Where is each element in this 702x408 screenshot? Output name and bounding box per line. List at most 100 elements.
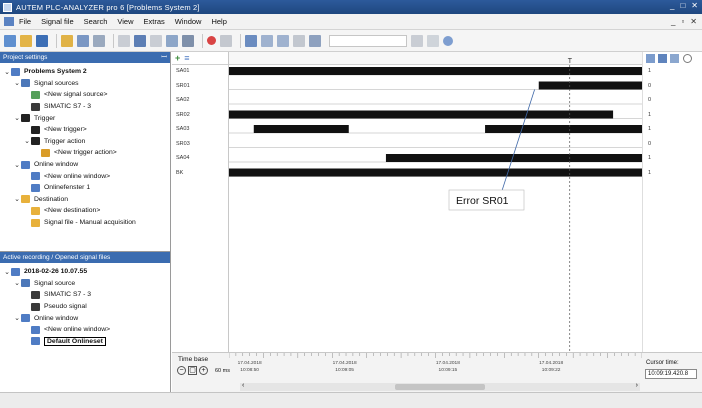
tree-node-new-online-window[interactable]: <New online window> xyxy=(0,170,170,182)
chevron-down-icon[interactable]: ⌄ xyxy=(3,68,11,76)
chevron-down-icon[interactable]: ⌄ xyxy=(3,268,11,276)
channel-name-sr01[interactable]: SR01 xyxy=(176,83,190,89)
copy-icon[interactable] xyxy=(134,34,146,47)
tree-node-pseudo-signal[interactable]: Pseudo signal xyxy=(0,301,170,313)
close-button[interactable]: ✕ xyxy=(691,1,698,10)
signal-plot[interactable]: T Error SR01 xyxy=(229,52,642,352)
tree-node-destination[interactable]: ⌄ Destination xyxy=(0,194,170,206)
open-signal-file-icon[interactable] xyxy=(61,34,73,47)
horizontal-scrollbar[interactable]: ‹ › xyxy=(240,382,640,391)
tree-node-label: <New online window> xyxy=(44,172,111,180)
tree-node-online-window[interactable]: ⌄ Online window xyxy=(0,159,170,171)
annotation-arrow xyxy=(498,89,536,201)
tree-node-new-signal-source[interactable]: <New signal source> xyxy=(0,89,170,101)
cursor-tool-icon[interactable] xyxy=(166,34,178,47)
channel-name-sa04[interactable]: SA04 xyxy=(176,155,189,161)
tree-node-new-trigger[interactable]: <New trigger> xyxy=(0,124,170,136)
document-icon[interactable] xyxy=(4,17,14,26)
chevron-down-icon[interactable]: ⌄ xyxy=(13,114,21,122)
tree-node-problems-system-2[interactable]: ⌄ Problems System 2 xyxy=(0,66,170,78)
tree-node-signal-file-manual-acquisition[interactable]: Signal file - Manual acquisition xyxy=(0,217,170,229)
tree-node-signal-sources[interactable]: ⌄ Signal sources xyxy=(0,78,170,90)
add-channel-icon[interactable]: + xyxy=(175,53,180,63)
paste-icon[interactable] xyxy=(150,34,162,47)
trigger-action-icon xyxy=(31,137,40,146)
channel-name-bk[interactable]: BK xyxy=(176,170,183,176)
channel-value-sa03: 1 xyxy=(648,126,652,132)
maximize-button[interactable]: □ xyxy=(680,1,685,10)
tree-node-online-window[interactable]: ⌄ Online window xyxy=(0,312,170,324)
tree-node-onlinefenster-1[interactable]: Onlinefenster 1 xyxy=(0,182,170,194)
split-dropdown-icon[interactable] xyxy=(277,34,289,47)
doc-restore-button[interactable]: ▫ xyxy=(681,17,684,26)
channel-name-sa03[interactable]: SA03 xyxy=(176,126,189,132)
new-project-icon[interactable] xyxy=(4,34,16,47)
export-icon[interactable] xyxy=(93,34,105,47)
zoom-fit-icon[interactable]: ▢ xyxy=(188,366,197,375)
filter-icon[interactable] xyxy=(427,34,439,47)
save-signal-file-icon[interactable] xyxy=(77,34,89,47)
menu-search[interactable]: Search xyxy=(84,17,108,26)
tree-node-default-onlineset[interactable]: Default Onlineset xyxy=(0,336,170,348)
menu-file[interactable]: File xyxy=(19,17,31,26)
options-icon[interactable] xyxy=(309,34,321,47)
scroll-right-icon[interactable]: › xyxy=(636,382,638,389)
properties-icon[interactable] xyxy=(670,54,679,63)
channel-name-sr03[interactable]: SR03 xyxy=(176,141,190,147)
channel-list-icon[interactable]: ≡ xyxy=(184,53,189,63)
chevron-down-icon[interactable]: ⌄ xyxy=(13,79,21,87)
minimize-button[interactable]: _ xyxy=(670,1,674,10)
channel-name-sa01[interactable]: SA01 xyxy=(176,68,189,74)
chevron-down-icon[interactable]: ⌄ xyxy=(13,161,21,169)
menu-window[interactable]: Window xyxy=(175,17,202,26)
scrollbar-thumb[interactable] xyxy=(395,384,485,390)
record-icon[interactable] xyxy=(207,36,216,45)
time-cursor-marker[interactable]: T xyxy=(568,58,573,65)
tree-node-new-trigger-action[interactable]: <New trigger action> xyxy=(0,147,170,159)
tree-node-simatic-s7-3[interactable]: SIMATIC S7 - 3 xyxy=(0,289,170,301)
cursor-time-field[interactable]: 10:09:19.420.8 xyxy=(645,369,697,379)
tree-node-new-online-window[interactable]: <New online window> xyxy=(0,324,170,336)
cut-icon[interactable] xyxy=(118,34,130,47)
scroll-left-icon[interactable]: ‹ xyxy=(242,382,244,389)
menu-help[interactable]: Help xyxy=(211,17,226,26)
combo-dropdown-icon[interactable] xyxy=(411,34,423,47)
tree-node-simatic-s7-3[interactable]: SIMATIC S7 - 3 xyxy=(0,101,170,113)
signal-list-icon[interactable] xyxy=(646,54,655,63)
split-view-icon[interactable] xyxy=(261,34,273,47)
zoom-icon[interactable] xyxy=(293,34,305,47)
menu-signal-file[interactable]: Signal file xyxy=(41,17,74,26)
toolbar-combobox[interactable] xyxy=(329,34,407,47)
layout-icon[interactable] xyxy=(245,34,257,47)
channel-value-sa01: 1 xyxy=(648,68,652,74)
chevron-down-icon[interactable]: ⌄ xyxy=(23,137,31,145)
stop-icon[interactable] xyxy=(220,34,232,47)
table-view-icon[interactable] xyxy=(658,54,667,63)
tree-node-2018-02-26-10-07-55[interactable]: ⌄ 2018-02-26 10.07.55 xyxy=(0,266,170,278)
chevron-down-icon[interactable]: ⌄ xyxy=(13,195,21,203)
save-icon[interactable] xyxy=(36,34,48,47)
open-icon[interactable] xyxy=(20,34,32,47)
doc-minimize-button[interactable]: _ xyxy=(671,17,675,26)
chevron-down-icon[interactable]: ⌄ xyxy=(13,279,21,287)
channel-name-sr02[interactable]: SR02 xyxy=(176,112,190,118)
doc-close-button[interactable]: ✕ xyxy=(690,17,697,26)
chevron-down-icon[interactable]: ⌄ xyxy=(13,314,21,322)
measure-icon[interactable] xyxy=(182,34,194,47)
channel-name-sa02[interactable]: SA02 xyxy=(176,97,189,103)
zoom-out-icon[interactable]: − xyxy=(177,366,186,375)
online-window-icon xyxy=(31,183,40,192)
settings-icon[interactable] xyxy=(683,54,692,63)
tree-node-trigger[interactable]: ⌄ Trigger xyxy=(0,112,170,124)
signal-source-icon xyxy=(21,79,30,88)
signal-plot-canvas[interactable]: T Error SR01 xyxy=(229,52,642,352)
tree-node-trigger-action[interactable]: ⌄ Trigger action xyxy=(0,136,170,148)
tree-node-new-destination[interactable]: <New destination> xyxy=(0,205,170,217)
online-help-icon[interactable] xyxy=(443,35,453,46)
menu-extras[interactable]: Extras xyxy=(144,17,165,26)
pin-icon[interactable]: ꟷ xyxy=(161,52,167,63)
tree-node-label: SIMATIC S7 - 3 xyxy=(44,291,92,299)
tree-node-signal-source[interactable]: ⌄ Signal source xyxy=(0,278,170,290)
menu-view[interactable]: View xyxy=(117,17,133,26)
zoom-in-icon[interactable]: + xyxy=(199,366,208,375)
